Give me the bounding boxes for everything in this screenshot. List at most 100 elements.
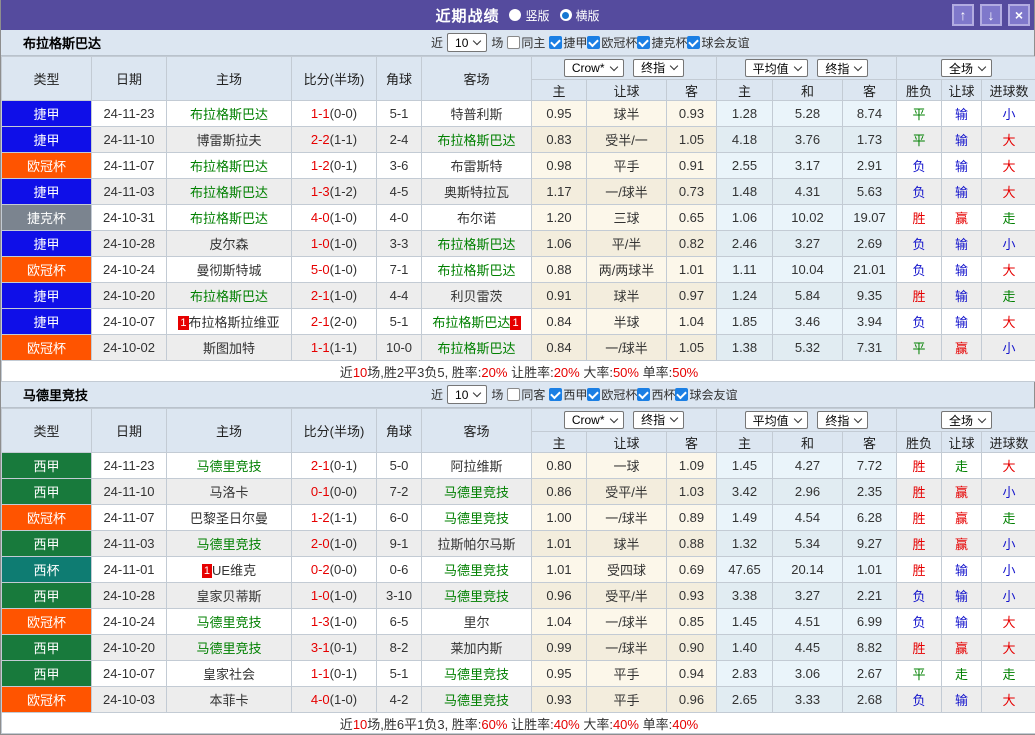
away-team-name[interactable]: 马德里竞技 <box>444 485 509 500</box>
home-team-name[interactable]: 博雷斯拉夫 <box>196 133 261 148</box>
away-team-cell: 布雷斯特 <box>422 153 532 179</box>
same-venue-filter[interactable]: 同客 <box>507 386 545 403</box>
home-team-name[interactable]: 布拉格斯巴达 <box>190 159 268 174</box>
layout-horizontal-radio[interactable]: 横版 <box>560 7 600 24</box>
league-filter[interactable]: 欧冠杯 <box>587 34 637 51</box>
away-team-name[interactable]: 布拉格斯巴达 <box>437 263 515 278</box>
away-team-name[interactable]: 里尔 <box>463 615 489 630</box>
bookmaker-select[interactable]: Crow* <box>564 411 624 429</box>
layout-vertical-radio[interactable]: 竖版 <box>509 7 549 24</box>
checkbox-checked-icon[interactable] <box>549 388 562 401</box>
radio-icon[interactable] <box>509 9 521 21</box>
home-team-name[interactable]: 马德里竞技 <box>196 615 261 630</box>
home-team-name[interactable]: 马德里竞技 <box>196 459 261 474</box>
result-handicap: 输 <box>942 557 982 583</box>
recent-results-window: 近期战绩 竖版 横版 ↑ ↓ × 布拉格斯巴达 近 10 场 <box>0 0 1035 735</box>
home-team-name[interactable]: 布拉格斯巴达 <box>190 107 268 122</box>
same-venue-filter[interactable]: 同主 <box>507 34 545 51</box>
radio-selected-icon[interactable] <box>560 9 572 21</box>
away-team-name[interactable]: 马德里竞技 <box>444 667 509 682</box>
checkbox-checked-icon[interactable] <box>637 36 650 49</box>
away-team-name[interactable]: 马德里竞技 <box>444 589 509 604</box>
home-team-name[interactable]: 马德里竞技 <box>196 641 261 656</box>
checkbox-unchecked-icon[interactable] <box>507 388 520 401</box>
avg-draw-odds: 3.27 <box>773 231 843 257</box>
away-team-name[interactable]: 莱加内斯 <box>450 641 502 656</box>
fulltime-select[interactable]: 全场 <box>941 59 992 77</box>
home-team-name[interactable]: 皇家贝蒂斯 <box>196 589 261 604</box>
away-team-name[interactable]: 布雷斯特 <box>450 159 502 174</box>
checkbox-unchecked-icon[interactable] <box>507 36 520 49</box>
league-filter[interactable]: 球会友谊 <box>687 34 749 51</box>
league-filter[interactable]: 西杯 <box>637 386 675 403</box>
home-team-name[interactable]: 曼彻斯特城 <box>196 263 261 278</box>
home-team-name[interactable]: 斯图加特 <box>203 341 255 356</box>
sub-header-goals: 进球数 <box>982 80 1035 101</box>
away-team-name[interactable]: 特普利斯 <box>450 107 502 122</box>
result-handicap: 输 <box>942 127 982 153</box>
chevron-down-icon <box>793 414 801 422</box>
match-count-select[interactable]: 10 <box>447 385 487 404</box>
home-team-name[interactable]: UE维克 <box>212 563 256 578</box>
league-filter[interactable]: 捷甲 <box>549 34 587 51</box>
away-team-name[interactable]: 利贝雷茨 <box>450 289 502 304</box>
league-filter[interactable]: 球会友谊 <box>675 386 737 403</box>
move-down-button[interactable]: ↓ <box>980 4 1002 26</box>
handicap-home-odds: 0.93 <box>532 687 587 713</box>
away-team-name[interactable]: 马德里竞技 <box>444 511 509 526</box>
home-team-name[interactable]: 马洛卡 <box>209 485 248 500</box>
match-date: 24-11-23 <box>92 453 167 479</box>
away-team-cell: 马德里竞技 <box>422 557 532 583</box>
away-team-name[interactable]: 布拉格斯巴达 <box>437 133 515 148</box>
score-cell: 1-2(0-1) <box>292 153 377 179</box>
checkbox-checked-icon[interactable] <box>637 388 650 401</box>
close-button[interactable]: × <box>1008 4 1030 26</box>
home-team-name[interactable]: 布拉格斯巴达 <box>190 185 268 200</box>
home-team-name[interactable]: 巴黎圣日尔曼 <box>190 511 268 526</box>
away-team-name[interactable]: 布尔诺 <box>457 211 496 226</box>
move-up-button[interactable]: ↑ <box>952 4 974 26</box>
home-team-name[interactable]: 布拉格斯拉维亚 <box>189 315 280 330</box>
odds-stage-select[interactable]: 终指 <box>633 411 684 429</box>
handicap-away-odds: 0.73 <box>667 179 717 205</box>
result-winloss: 胜 <box>897 283 942 309</box>
away-team-name[interactable]: 奥斯特拉瓦 <box>444 185 509 200</box>
handicap-home-odds: 1.17 <box>532 179 587 205</box>
checkbox-checked-icon[interactable] <box>587 388 600 401</box>
bookmaker-select[interactable]: Crow* <box>564 59 624 77</box>
away-team-name[interactable]: 布拉格斯巴达 <box>437 237 515 252</box>
average-select[interactable]: 平均值 <box>745 411 808 429</box>
match-count-select[interactable]: 10 <box>447 33 487 52</box>
league-filter[interactable]: 欧冠杯 <box>587 386 637 403</box>
home-team-name[interactable]: 马德里竞技 <box>196 537 261 552</box>
league-filter[interactable]: 西甲 <box>549 386 587 403</box>
odds-stage-select[interactable]: 终指 <box>633 59 684 77</box>
checkbox-checked-icon[interactable] <box>687 36 700 49</box>
checkbox-checked-icon[interactable] <box>587 36 600 49</box>
away-team-name[interactable]: 马德里竞技 <box>444 693 509 708</box>
filter-bar: 近 10 场 同主 捷甲欧冠杯捷克杯球会友谊 <box>431 33 749 52</box>
odds-stage-select-2[interactable]: 终指 <box>817 59 868 77</box>
away-team-name[interactable]: 阿拉维斯 <box>450 459 502 474</box>
average-select[interactable]: 平均值 <box>745 59 808 77</box>
fulltime-score: 1-1 <box>311 666 330 681</box>
checkbox-checked-icon[interactable] <box>549 36 562 49</box>
home-team-name[interactable]: 布拉格斯巴达 <box>190 289 268 304</box>
home-team-name[interactable]: 皮尔森 <box>209 237 248 252</box>
checkbox-checked-icon[interactable] <box>675 388 688 401</box>
away-team-name[interactable]: 马德里竞技 <box>444 563 509 578</box>
halftime-score: (0-1) <box>330 158 357 173</box>
odds-stage-select-2[interactable]: 终指 <box>817 411 868 429</box>
league-filter[interactable]: 捷克杯 <box>637 34 687 51</box>
home-team-name[interactable]: 本菲卡 <box>209 693 248 708</box>
home-team-name[interactable]: 皇家社会 <box>203 667 255 682</box>
away-team-name[interactable]: 布拉格斯巴达 <box>432 315 510 330</box>
home-team-name[interactable]: 布拉格斯巴达 <box>190 211 268 226</box>
corner-count: 5-1 <box>377 101 422 127</box>
away-team-name[interactable]: 拉斯帕尔马斯 <box>437 537 515 552</box>
away-team-cell: 布拉格斯巴达1 <box>422 309 532 335</box>
away-team-name[interactable]: 布拉格斯巴达 <box>437 341 515 356</box>
page-title: 近期战绩 <box>435 5 499 26</box>
fulltime-score: 0-2 <box>311 562 330 577</box>
fulltime-select[interactable]: 全场 <box>941 411 992 429</box>
